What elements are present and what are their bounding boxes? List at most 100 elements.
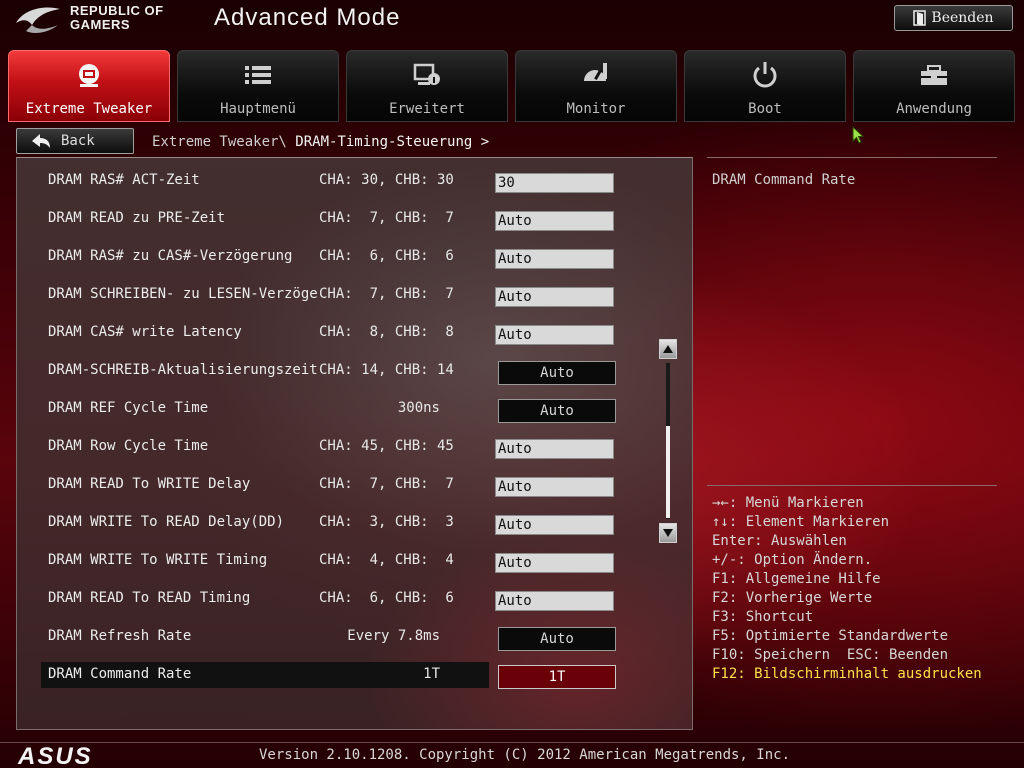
setting-label: DRAM Command Rate bbox=[48, 666, 192, 682]
setting-current-value: 300ns bbox=[397, 400, 440, 416]
header: REPUBLIC OF GAMERS Advanced Mode Beenden bbox=[0, 0, 1024, 46]
setting-label: DRAM Refresh Rate bbox=[48, 628, 192, 644]
scroll-up-button[interactable] bbox=[659, 339, 677, 359]
breadcrumb-current: DRAM-Timing-Steuerung > bbox=[295, 134, 490, 150]
setting-value-input[interactable]: Auto bbox=[495, 325, 614, 345]
tab-monitor[interactable]: Monitor bbox=[515, 50, 677, 122]
setting-value-input[interactable]: 30 bbox=[495, 173, 614, 193]
tab-label: Boot bbox=[748, 101, 782, 117]
key-hint: F1: Allgemeine Hilfe bbox=[712, 571, 881, 587]
setting-row[interactable]: DRAM READ zu PRE-Zeit CHA: 7, CHB: 7 Auto bbox=[17, 206, 692, 232]
setting-value-input[interactable]: Auto bbox=[495, 211, 614, 231]
tab-label: Anwendung bbox=[896, 101, 972, 117]
setting-label: DRAM SCHREIBEN- zu LESEN-Verzöge bbox=[48, 286, 318, 302]
setting-row[interactable]: DRAM Command Rate 1T 1T bbox=[17, 662, 692, 689]
setting-row[interactable]: DRAM WRITE To READ Delay(DD) CHA: 3, CHB:… bbox=[17, 510, 692, 536]
setting-row[interactable]: DRAM RAS# zu CAS#-Verzögerung CHA: 6, CHB… bbox=[17, 244, 692, 270]
setting-current-value: 1T bbox=[423, 666, 440, 682]
setting-row[interactable]: DRAM WRITE To WRITE Timing CHA: 4, CHB: 4… bbox=[17, 548, 692, 574]
tab-extreme-tweaker[interactable]: Extreme Tweaker bbox=[8, 50, 170, 122]
tab-label: Extreme Tweaker bbox=[25, 101, 153, 117]
setting-current-value: CHA: 30, CHB: 30 bbox=[319, 172, 454, 188]
setting-value-select[interactable]: Auto bbox=[498, 627, 616, 651]
tab-label: Monitor bbox=[566, 101, 626, 117]
brand-text: REPUBLIC OF GAMERS bbox=[70, 4, 164, 32]
key-hint: +/-: Option Ändern. bbox=[712, 552, 873, 568]
setting-row[interactable]: DRAM READ To READ Timing CHA: 6, CHB: 6 Au… bbox=[17, 586, 692, 612]
asus-logo: ASUS bbox=[18, 743, 93, 768]
scroll-down-button[interactable] bbox=[659, 523, 677, 543]
setting-row[interactable]: DRAM Row Cycle Time CHA: 45, CHB: 45 Auto bbox=[17, 434, 692, 460]
triangle-up-icon bbox=[663, 345, 673, 353]
key-hint: F5: Optimierte Standardwerte bbox=[712, 628, 949, 644]
tools-icon bbox=[921, 65, 947, 85]
setting-value-input[interactable]: Auto bbox=[495, 591, 614, 611]
exit-button[interactable]: Beenden bbox=[894, 5, 1013, 31]
setting-row[interactable]: DRAM Refresh Rate Every 7.8ms Auto bbox=[17, 624, 692, 651]
tab-anwendung[interactable]: Anwendung bbox=[853, 50, 1015, 122]
back-label: Back bbox=[61, 133, 95, 149]
exit-label: Beenden bbox=[931, 10, 994, 26]
setting-current-value: CHA: 3, CHB: 3 bbox=[319, 514, 454, 530]
rog-eye-logo-icon bbox=[16, 7, 60, 33]
back-button[interactable]: Back bbox=[16, 128, 134, 154]
version-text: Version 2.10.1208. Copyright (C) 2012 Am… bbox=[259, 747, 791, 763]
mouse-cursor-icon bbox=[852, 126, 864, 144]
tab-boot[interactable]: Boot bbox=[684, 50, 846, 122]
triangle-down-icon bbox=[663, 529, 673, 537]
tab-label: Erweitert bbox=[389, 101, 465, 117]
tab-erweitert[interactable]: Erweitert bbox=[346, 50, 508, 122]
setting-value-input[interactable]: Auto bbox=[495, 439, 614, 459]
setting-value-input[interactable]: Auto bbox=[495, 553, 614, 573]
monitor-gauge-icon bbox=[584, 63, 607, 81]
exit-door-icon bbox=[913, 10, 927, 26]
key-hint: Enter: Auswählen bbox=[712, 533, 847, 549]
scrollbar-thumb[interactable] bbox=[666, 426, 670, 518]
key-hint-highlight: F12: Bildschirminhalt ausdrucken bbox=[712, 666, 982, 682]
setting-value-input[interactable]: Auto bbox=[495, 477, 614, 497]
setting-row[interactable]: DRAM READ To WRITE Delay CHA: 7, CHB: 7 Au… bbox=[17, 472, 692, 498]
breadcrumb-parent[interactable]: Extreme Tweaker\ bbox=[152, 134, 287, 150]
setting-value-select[interactable]: Auto bbox=[498, 399, 616, 423]
setting-label: DRAM Row Cycle Time bbox=[48, 438, 209, 454]
setting-label: DRAM CAS# write Latency bbox=[48, 324, 242, 340]
setting-label: DRAM RAS# ACT-Zeit bbox=[48, 172, 200, 188]
setting-current-value: CHA: 6, CHB: 6 bbox=[319, 590, 454, 606]
setting-value-input[interactable]: Auto bbox=[495, 515, 614, 535]
power-icon bbox=[753, 62, 777, 88]
key-hint: F10: Speichern ESC: Beenden bbox=[712, 647, 949, 663]
setting-label: DRAM-SCHREIB-Aktualisierungszeit bbox=[48, 362, 318, 378]
tab-hauptmenu[interactable]: Hauptmenü bbox=[177, 50, 339, 122]
mode-title: Advanced Mode bbox=[214, 4, 401, 31]
key-hint: ↑↓: Element Markieren bbox=[712, 514, 890, 530]
setting-row[interactable]: DRAM-SCHREIB-Aktualisierungszeit CHA: 14,… bbox=[17, 358, 692, 385]
back-arrow-icon bbox=[32, 134, 50, 148]
brand-line-2: GAMERS bbox=[70, 17, 131, 32]
help-divider-top bbox=[707, 157, 997, 158]
setting-label: DRAM RAS# zu CAS#-Verzögerung bbox=[48, 248, 293, 264]
settings-panel: DRAM RAS# ACT-Zeit CHA: 30, CHB: 30 30 DRAM… bbox=[16, 157, 693, 730]
setting-value-select[interactable]: 1T bbox=[498, 665, 616, 689]
tweaker-icon bbox=[79, 64, 99, 87]
setting-current-value: CHA: 14, CHB: 14 bbox=[319, 362, 454, 378]
setting-value-input[interactable]: Auto bbox=[495, 249, 614, 269]
setting-current-value: CHA: 45, CHB: 45 bbox=[319, 438, 454, 454]
setting-row[interactable]: DRAM SCHREIBEN- zu LESEN-Verzöge CHA: 7, … bbox=[17, 282, 692, 308]
setting-current-value: CHA: 7, CHB: 7 bbox=[319, 286, 454, 302]
setting-current-value: CHA: 7, CHB: 7 bbox=[319, 210, 454, 226]
key-legend: →←: Menü Markieren ↑↓: Element Markieren… bbox=[712, 494, 982, 684]
setting-row[interactable]: DRAM RAS# ACT-Zeit CHA: 30, CHB: 30 30 bbox=[17, 168, 692, 194]
setting-row[interactable]: DRAM REF Cycle Time 300ns Auto bbox=[17, 396, 692, 423]
key-hint: F3: Shortcut bbox=[712, 609, 814, 625]
list-icon bbox=[245, 66, 271, 84]
help-title: DRAM Command Rate bbox=[712, 172, 856, 188]
setting-label: DRAM READ To READ Timing bbox=[48, 590, 251, 606]
setting-label: DRAM WRITE To READ Delay(DD) bbox=[48, 514, 285, 530]
setting-value-select[interactable]: Auto bbox=[498, 361, 616, 385]
setting-current-value: CHA: 8, CHB: 8 bbox=[319, 324, 454, 340]
setting-current-value: CHA: 4, CHB: 4 bbox=[319, 552, 454, 568]
breadcrumb: Extreme Tweaker\ DRAM-Timing-Steuerung > bbox=[152, 134, 489, 150]
setting-value-input[interactable]: Auto bbox=[495, 287, 614, 307]
setting-label: DRAM REF Cycle Time bbox=[48, 400, 209, 416]
setting-row[interactable]: DRAM CAS# write Latency CHA: 8, CHB: 8 Aut… bbox=[17, 320, 692, 346]
